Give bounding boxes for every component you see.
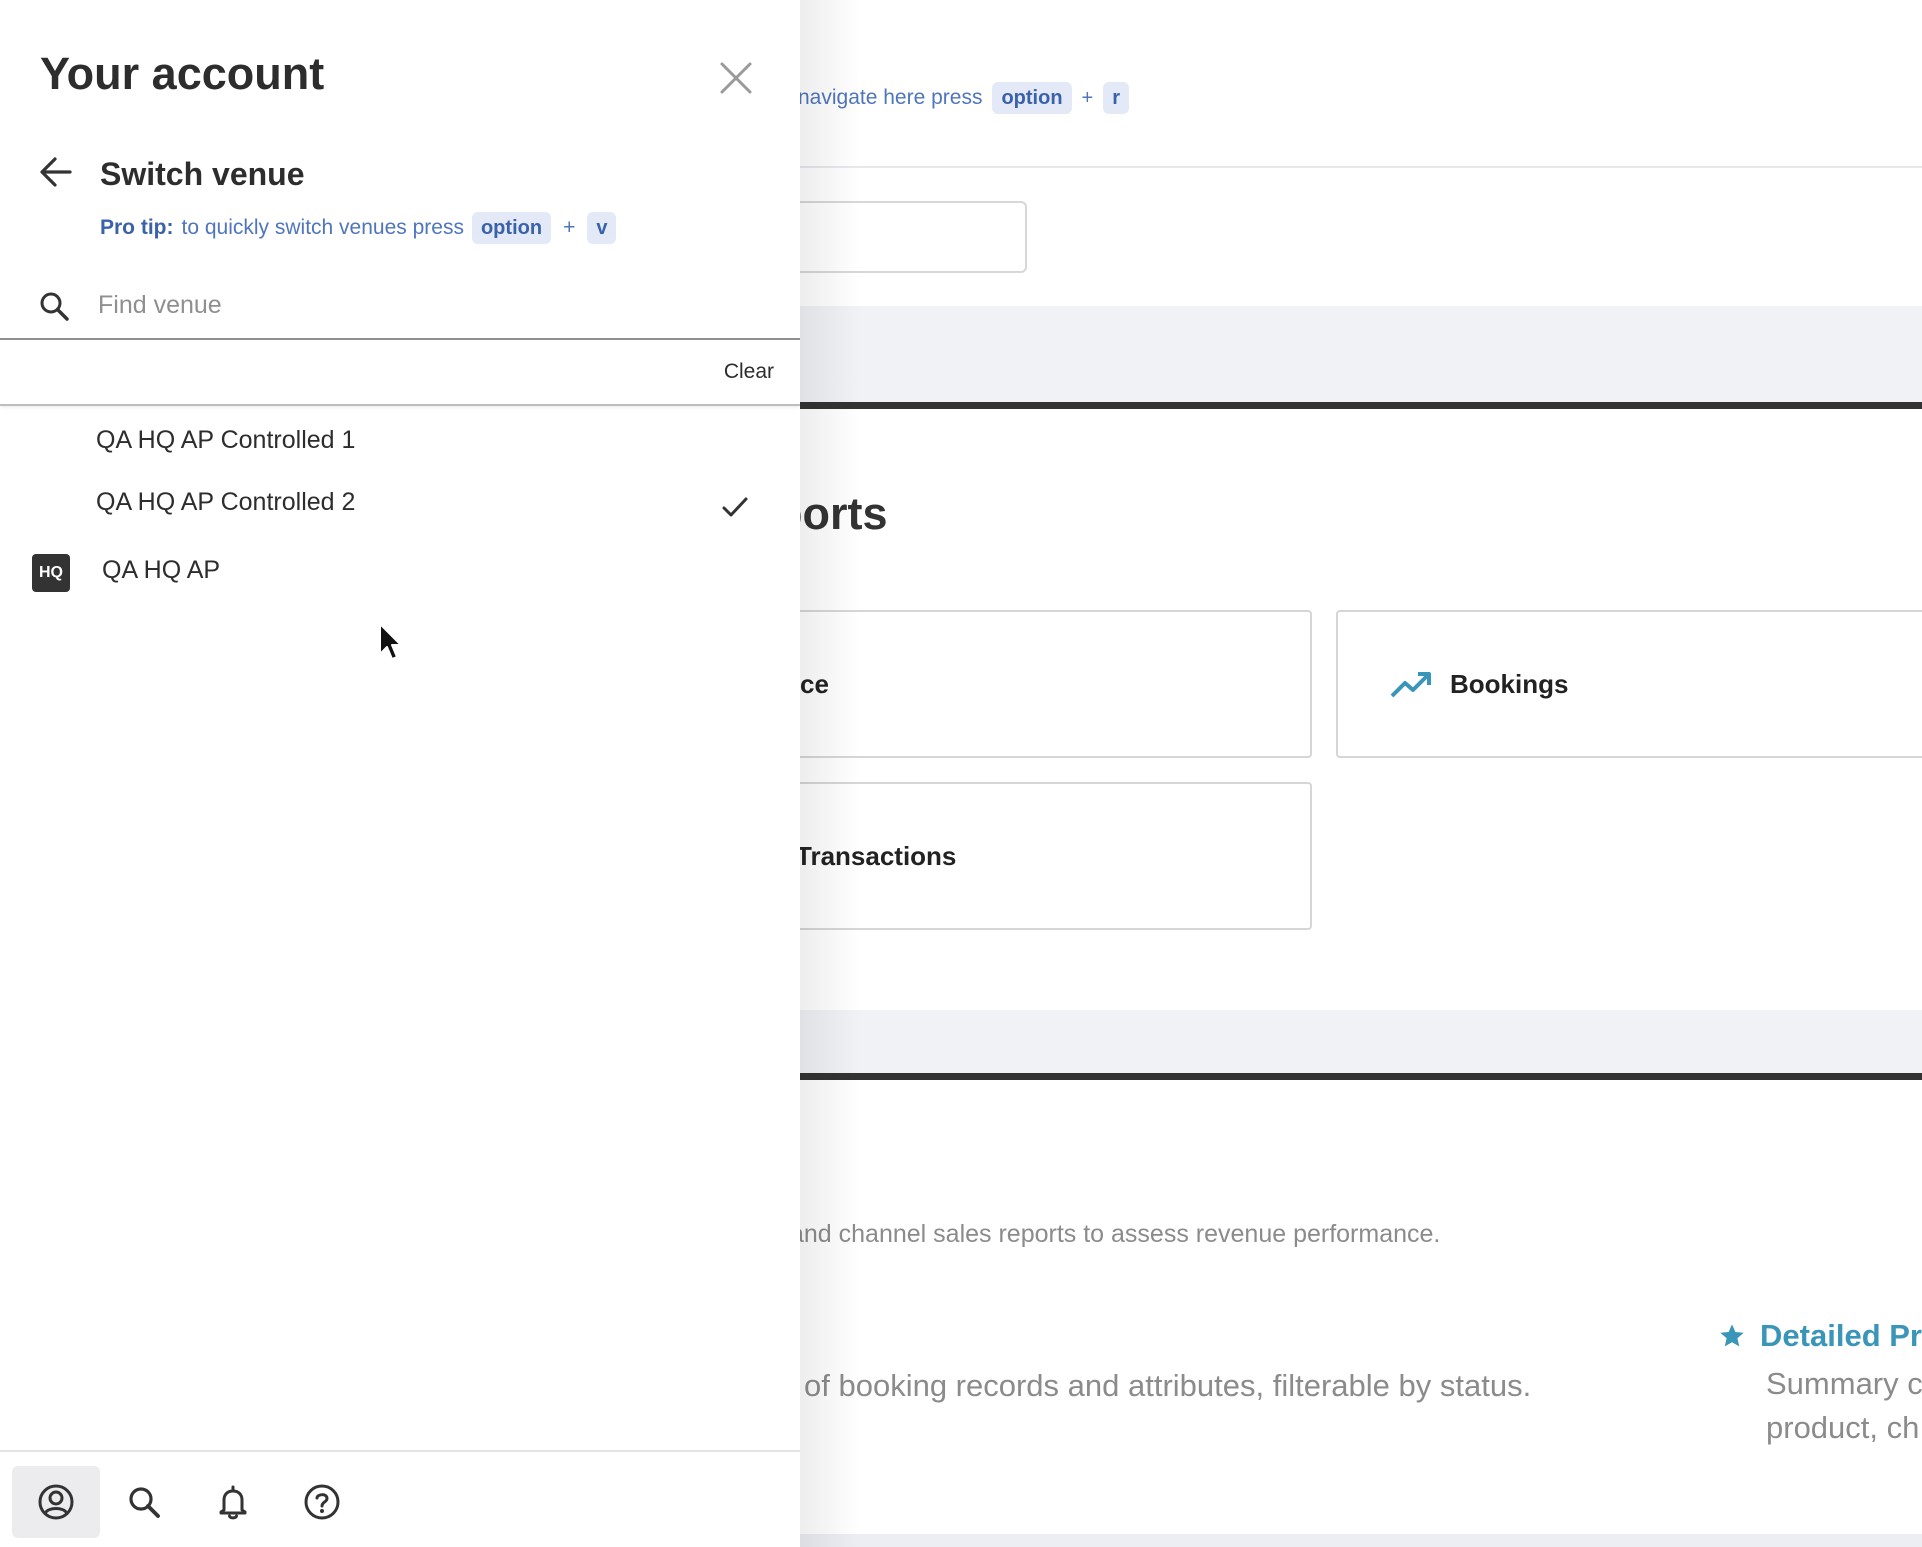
report-description: of booking records and attributes, filte… — [804, 1368, 1532, 1403]
trending-up-icon — [1390, 672, 1431, 698]
clear-button[interactable]: Clear — [724, 360, 774, 384]
venue-label: QA HQ AP Controlled 1 — [96, 426, 356, 454]
find-venue-input[interactable] — [98, 280, 758, 330]
venue-item[interactable]: QA HQ AP Controlled 1 — [0, 410, 800, 470]
section-band — [800, 306, 1922, 404]
protip-text: to quickly switch venues press — [181, 216, 464, 239]
kbd-v: v — [587, 212, 617, 244]
back-arrow-icon[interactable] — [38, 154, 74, 190]
clear-row: Clear — [0, 340, 800, 406]
venue-label: QA HQ AP — [102, 556, 221, 584]
kbd-plus: + — [1081, 86, 1094, 109]
drawer-shadow — [800, 0, 860, 1547]
venue-label: QA HQ AP Controlled 2 — [96, 488, 356, 516]
protip-label: Pro tip: — [100, 216, 174, 239]
section-description: and channel sales reports to assess reve… — [790, 1220, 1441, 1248]
venue-search — [0, 272, 800, 340]
kbd-option: option — [471, 212, 552, 244]
account-drawer: Your account Switch venue Pro tip: to qu… — [0, 0, 800, 1547]
switch-venue-title: Switch venue — [100, 156, 305, 192]
nav-account-button[interactable] — [12, 1466, 100, 1538]
kbd-r: r — [1103, 82, 1130, 114]
nav-notifications-button[interactable] — [189, 1466, 277, 1538]
account-circle-icon — [38, 1484, 74, 1520]
report-card-bookings[interactable]: Bookings — [1336, 610, 1922, 758]
kbd-plus: + — [563, 216, 576, 239]
divider — [800, 166, 1922, 168]
checkmark-icon — [722, 497, 748, 517]
report-card-label: Bookings — [1450, 668, 1569, 699]
featured-report-desc-2: product, ch — [1766, 1410, 1920, 1445]
featured-report-desc-1: Summary c — [1766, 1366, 1922, 1401]
featured-report[interactable]: Detailed Pr Summary c product, ch — [1718, 1318, 1922, 1450]
help-circle-icon — [304, 1484, 340, 1520]
kbd-option: option — [992, 82, 1072, 114]
section-divider — [800, 402, 1922, 409]
section-band — [800, 1010, 1922, 1076]
nav-search-button[interactable] — [100, 1466, 188, 1538]
hq-badge: HQ — [32, 554, 70, 592]
nav-help-button[interactable] — [278, 1466, 366, 1538]
mouse-cursor-icon — [379, 623, 402, 660]
star-icon — [1720, 1324, 1744, 1347]
close-icon[interactable] — [714, 56, 758, 100]
drawer-title: Your account — [40, 48, 325, 99]
bottom-nav — [0, 1450, 800, 1547]
venue-item-selected[interactable]: QA HQ AP Controlled 2 — [0, 472, 800, 532]
venue-item[interactable]: HQ QA HQ AP — [0, 540, 800, 604]
bottom-band — [800, 1534, 1922, 1547]
bell-icon — [219, 1485, 247, 1520]
search-icon — [40, 292, 69, 321]
protip: Pro tip: to quickly switch venues press … — [100, 212, 617, 244]
featured-report-title[interactable]: Detailed Pr — [1760, 1318, 1922, 1354]
section-divider — [800, 1073, 1922, 1080]
search-icon — [129, 1487, 160, 1518]
